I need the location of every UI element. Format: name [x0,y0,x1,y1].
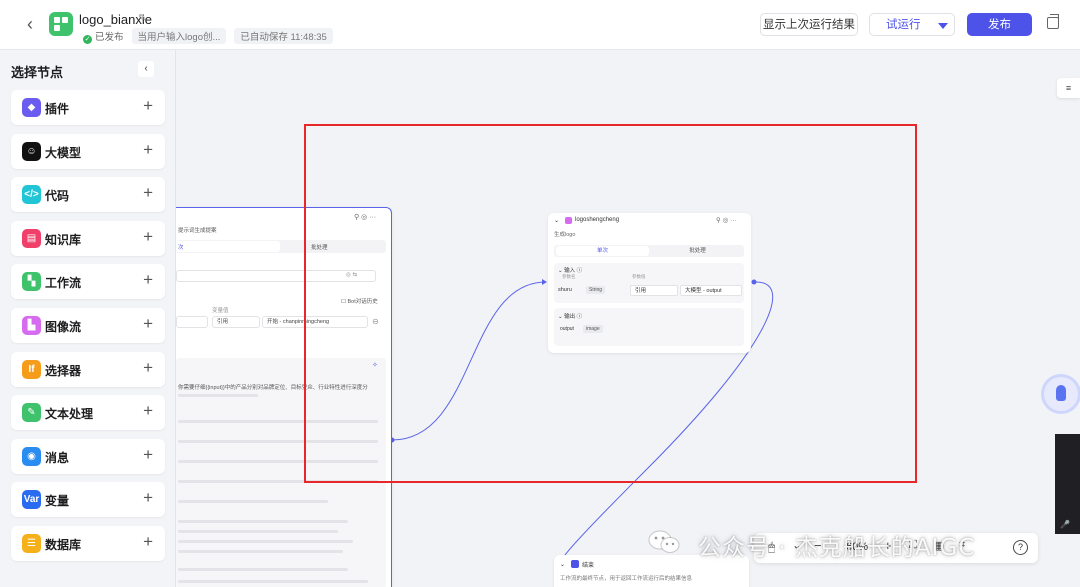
node-sidebar: 选择节点 ‹ ◆ 插件 + ☺ 大模型 + </> 代码 + ▤ 知识库 + ▚ 工作流 + ▙ 图像流 + If 选… [0,50,176,587]
add-node-icon[interactable]: + [143,401,153,421]
add-node-icon[interactable]: + [143,532,153,552]
add-node-icon[interactable]: + [143,270,153,290]
sidebar-item-text-processing[interactable]: ✎ 文本处理 + [11,395,165,431]
publish-button[interactable]: 发布 [967,13,1032,36]
sidebar-item-label: 插件 [45,102,70,116]
sidebar-title: 选择节点 [11,65,64,80]
highlight-box [304,124,917,483]
caret-down-icon[interactable] [938,23,948,29]
sidebar-item-plugin[interactable]: ◆ 插件 + [11,90,165,125]
watermark-logo-icon [648,530,680,553]
sidebar-item-label: 消息 [45,450,70,465]
back-arrow-icon[interactable]: ‹ [20,14,40,34]
add-node-icon[interactable]: + [143,140,153,160]
published-status: 已发布 [95,32,124,43]
sidebar-item-label: 选择器 [45,363,82,378]
add-node-icon[interactable]: + [143,314,153,334]
sidebar-item-label: 变量 [45,494,70,509]
variable-icon: Var [22,490,41,510]
imageflow-icon: ▙ [22,316,41,335]
sidebar-item-label: 文本处理 [45,407,94,422]
end-node-title: 结束 [582,563,595,569]
message-icon: ◉ [22,446,41,466]
plugin-icon: ◆ [22,98,41,117]
sidebar-item-message[interactable]: ◉ 消息 + [11,438,165,474]
selector-icon: If [22,359,41,379]
help-icon[interactable]: ? [1013,540,1028,555]
end-node-desc: 工作流的最终节点，用于返回工作流运行后的结果信息 [560,576,693,582]
sidebar-item-variable[interactable]: Var 变量 + [11,482,165,518]
ref-label: 变量值 [212,308,229,314]
text-processing-icon: ✎ [22,403,41,423]
sidebar-item-label: 大模型 [45,145,82,160]
workflow-desc: 当用户输入logo创... [131,28,227,44]
llm-icon: ☺ [22,141,41,161]
check-icon: ✓ [83,35,92,44]
sidebar-item-knowledge[interactable]: ▤ 知识库 + [11,220,165,256]
add-node-icon[interactable]: + [143,445,153,465]
workflow-canvas[interactable]: 提示词生成提案 ⚲ ◎ ··· 次 批处理 ◎ ⇆ ☐ Bot对话历史 变量值 … [176,50,1080,587]
show-last-run-button[interactable]: 显示上次运行结果 [760,13,858,36]
sidebar-item-database[interactable]: ☰ 数据库 + [11,526,165,561]
node-subtitle: 提示词生成提案 [178,228,217,234]
sidebar-item-label: 图像流 [45,320,82,334]
edit-icon[interactable]: ✎ [138,13,146,24]
ref-type-select[interactable]: 引用 [212,316,260,328]
add-node-icon[interactable]: + [143,227,153,247]
database-icon: ☰ [22,534,41,553]
publish-status-row: ✓ 已发布 当用户输入logo创... 已自动保存 11:48:35 [83,28,333,44]
param-name-field[interactable] [176,316,208,328]
sidebar-item-selector[interactable]: If 选择器 + [11,351,165,387]
copy-window-icon[interactable] [1047,14,1059,29]
collapse-chevron-icon[interactable]: ⌄ [560,561,565,568]
add-node-icon[interactable]: + [143,358,153,378]
sidebar-item-label: 工作流 [45,276,82,291]
workflow-app-icon [49,12,73,36]
try-run-label: 试运行 [886,19,921,31]
try-run-button[interactable]: 试运行 [869,13,955,36]
tab-single[interactable]: 次 [178,243,184,251]
add-node-icon[interactable]: + [143,183,153,203]
top-header: ‹ logo_bianxie ✎ ✓ 已发布 当用户输入logo创... 已自动保存 … [0,0,1080,50]
watermark-text: 公众号 · 杰克船长的AIGC [698,535,976,561]
knowledge-icon: ▤ [22,228,41,248]
sidebar-item-label: 数据库 [45,538,82,552]
collapse-icon[interactable]: ‹ [138,61,154,77]
sidebar-item-label: 代码 [45,189,70,204]
end-node-icon [571,560,579,568]
panel-toggle-icon[interactable]: ≡ [1057,78,1080,98]
sidebar-item-code[interactable]: </> 代码 + [11,177,165,213]
assistant-float-button[interactable] [1044,377,1078,411]
add-node-icon[interactable]: + [143,96,153,116]
add-node-icon[interactable]: + [143,488,153,508]
autosave-status: 已自动保存 11:48:35 [234,28,333,44]
sidebar-item-label: 知识库 [45,232,82,247]
workflow-icon: ▚ [22,272,41,292]
sidebar-item-workflow[interactable]: ▚ 工作流 + [11,264,165,300]
mic-icon[interactable]: 🎤 [1060,520,1070,529]
video-overlay: 🎤 [1055,434,1080,534]
sidebar-item-llm[interactable]: ☺ 大模型 + [11,133,165,169]
sidebar-item-imageflow[interactable]: ▙ 图像流 + [11,308,165,343]
code-icon: </> [22,185,41,205]
